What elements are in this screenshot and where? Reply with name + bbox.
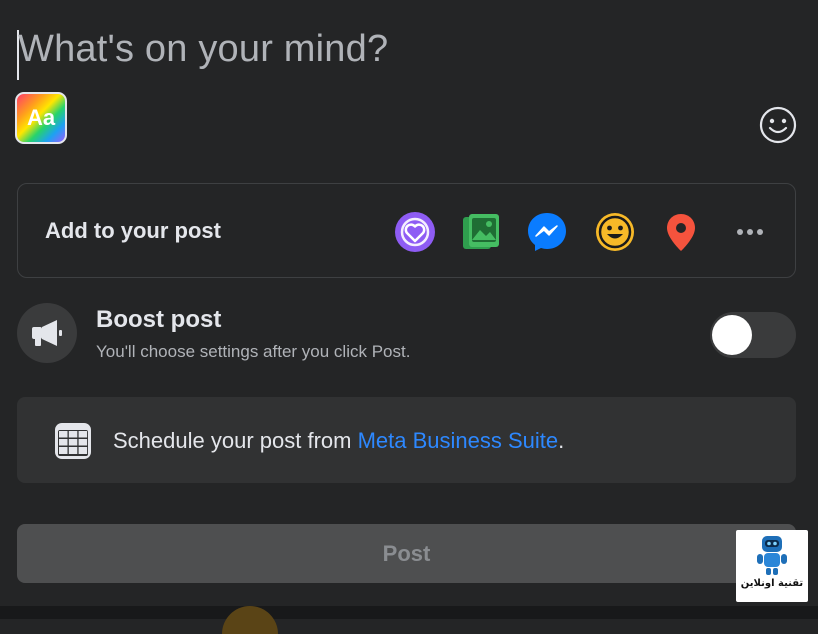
watermark-logo: تقنية اونلاين — [736, 530, 808, 602]
post-button[interactable]: Post — [17, 524, 796, 583]
text-background-label: Aa — [26, 105, 56, 130]
schedule-text-prefix: Schedule your post from — [113, 428, 358, 453]
text-background-button[interactable]: Aa — [15, 92, 67, 144]
schedule-banner: Schedule your post from Meta Business Su… — [17, 397, 796, 483]
meta-business-suite-link[interactable]: Meta Business Suite — [358, 428, 559, 453]
add-to-post-panel: Add to your post — [17, 183, 796, 278]
smiley-icon[interactable] — [758, 105, 798, 145]
boost-post-toggle[interactable] — [710, 312, 796, 358]
boost-post-subtitle: You'll choose settings after you click P… — [96, 342, 411, 361]
calendar-grid-icon — [55, 423, 91, 459]
feeling-activity-icon[interactable] — [593, 210, 637, 254]
toggle-knob — [712, 315, 752, 355]
robot-logo-icon — [757, 536, 787, 575]
check-in-location-icon[interactable] — [659, 210, 703, 254]
boost-post-title: Boost post — [96, 306, 222, 333]
post-composer: What's on your mind? Aa Add to your post — [0, 0, 818, 634]
more-options-icon[interactable] — [728, 210, 772, 254]
watermark-text: تقنية اونلاين — [740, 578, 804, 589]
schedule-text: Schedule your post from Meta Business Su… — [113, 428, 564, 454]
megaphone-icon-container — [17, 303, 77, 363]
support-heart-icon[interactable] — [393, 210, 437, 254]
bottom-edge — [0, 606, 818, 619]
photo-video-icon[interactable] — [459, 210, 503, 254]
messenger-icon[interactable] — [525, 210, 569, 254]
megaphone-icon — [32, 320, 62, 346]
post-text-input[interactable]: What's on your mind? — [18, 28, 388, 71]
schedule-text-suffix: . — [558, 428, 565, 453]
add-to-post-label: Add to your post — [45, 218, 221, 243]
